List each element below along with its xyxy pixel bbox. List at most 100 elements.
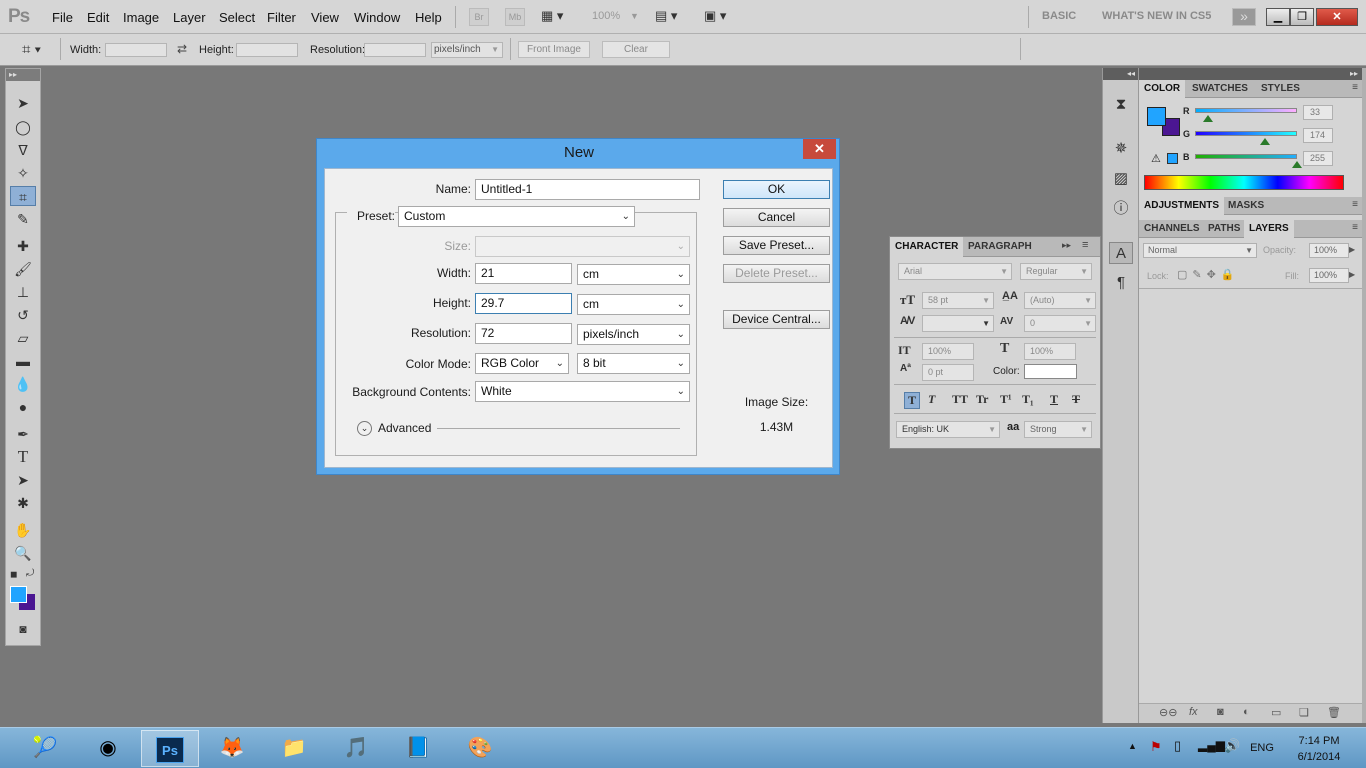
move-tool-icon[interactable]: ➤	[10, 93, 36, 113]
eyedropper-tool-icon[interactable]: ✎	[10, 209, 36, 229]
name-input[interactable]: Untitled-1	[475, 179, 700, 200]
layer-style-icon[interactable]: fx	[1189, 706, 1198, 718]
collapse-tools-icon[interactable]: ▸▸	[6, 69, 40, 81]
preset-select[interactable]: Custom ⌄	[398, 206, 635, 227]
underline-button[interactable]: T	[1050, 392, 1058, 407]
dodge-tool-icon[interactable]: ●	[10, 397, 36, 417]
faux-italic-button[interactable]: T	[928, 392, 935, 407]
green-slider[interactable]	[1195, 131, 1297, 136]
superscript-button[interactable]: T¹	[1000, 392, 1012, 407]
tracking-select[interactable]: 0 ▼	[1024, 315, 1096, 332]
crop-tool-preset-icon[interactable]: ⌗ ▾	[22, 41, 41, 58]
screen-mode-icon[interactable]: ▣ ▾	[704, 8, 726, 26]
menu-filter[interactable]: Filter	[267, 10, 296, 25]
resolution-input[interactable]: 72	[475, 323, 572, 344]
swap-icon[interactable]: ⇄	[177, 42, 187, 56]
color-spectrum-bar[interactable]	[1144, 175, 1344, 190]
tab-paths[interactable]: PATHS	[1203, 220, 1245, 238]
font-family-select[interactable]: Arial ▼	[898, 263, 1012, 280]
blue-slider[interactable]	[1195, 154, 1297, 159]
tab-styles[interactable]: STYLES	[1256, 80, 1305, 98]
link-layers-icon[interactable]: ⊖⊖	[1159, 706, 1177, 719]
type-tool-icon[interactable]: T	[10, 447, 36, 467]
cancel-button[interactable]: Cancel	[723, 208, 830, 227]
green-value[interactable]: 174	[1303, 128, 1333, 143]
tab-paragraph[interactable]: PARAGRAPH	[963, 237, 1037, 257]
new-layer-icon[interactable]: ❏	[1299, 706, 1309, 719]
paragraph-panel-icon[interactable]: ¶	[1109, 272, 1133, 294]
antialias-select[interactable]: Strong ▼	[1024, 421, 1092, 438]
menu-file[interactable]: File	[52, 10, 73, 25]
panel-foreground-swatch[interactable]	[1147, 107, 1166, 126]
baseline-shift-input[interactable]: 0 pt	[922, 364, 974, 381]
eraser-tool-icon[interactable]: ▱	[10, 328, 36, 348]
healing-brush-tool-icon[interactable]: ✚	[10, 236, 36, 256]
ok-button[interactable]: OK	[723, 180, 830, 199]
zoom-dropdown-icon[interactable]: ▼	[630, 11, 639, 29]
fill-arrow-icon[interactable]: ▶	[1349, 270, 1355, 279]
font-style-select[interactable]: Regular ▼	[1020, 263, 1092, 280]
height-input[interactable]: 29.7	[475, 293, 572, 314]
clock-time[interactable]: 7:14 PM	[1284, 735, 1354, 747]
opacity-arrow-icon[interactable]: ▶	[1349, 245, 1355, 254]
add-mask-icon[interactable]: ◙	[1217, 706, 1224, 718]
tab-masks[interactable]: MASKS	[1223, 197, 1269, 215]
view-extras-icon[interactable]: ▦ ▾	[541, 8, 563, 26]
path-selection-tool-icon[interactable]: ➤	[10, 470, 36, 490]
width-input[interactable]: 21	[475, 263, 572, 284]
green-slider-thumb[interactable]	[1259, 138, 1270, 145]
clock-date[interactable]: 6/1/2014	[1284, 751, 1354, 763]
music-player-icon[interactable]: 🎵	[327, 730, 385, 767]
panel-scrollbar[interactable]	[1362, 68, 1366, 723]
pen-tool-icon[interactable]: ✒	[10, 424, 36, 444]
tab-swatches[interactable]: SWATCHES	[1187, 80, 1253, 98]
small-caps-button[interactable]: Tr	[976, 392, 988, 407]
quick-selection-tool-icon[interactable]: ✧	[10, 163, 36, 183]
firefox-icon[interactable]: 🦊	[203, 730, 261, 767]
tab-character[interactable]: CHARACTER	[890, 237, 964, 257]
panel-menu-icon[interactable]: ≡	[1352, 222, 1358, 233]
minimize-icon[interactable]: ▁	[1266, 8, 1290, 26]
foreground-color-swatch[interactable]	[10, 586, 27, 603]
histogram-panel-icon[interactable]: ▨	[1109, 168, 1133, 190]
menu-image[interactable]: Image	[123, 10, 159, 25]
default-colors-icon[interactable]: ◼	[10, 569, 17, 580]
height-unit-select[interactable]: cm ⌄	[577, 294, 690, 315]
chrome-icon[interactable]: ◉	[79, 730, 137, 767]
panel-menu-icon[interactable]: ≡	[1352, 82, 1358, 93]
size-select[interactable]: ⌄	[475, 236, 690, 257]
hand-tool-icon[interactable]: ✋	[10, 520, 36, 540]
marquee-tool-icon[interactable]: ◯	[10, 117, 36, 137]
blue-slider-thumb[interactable]	[1292, 161, 1302, 168]
save-preset-button[interactable]: Save Preset...	[723, 236, 830, 255]
delete-layer-icon[interactable]: 🗑	[1327, 706, 1341, 719]
fill-input[interactable]: 100%	[1309, 268, 1349, 283]
more-workspaces-icon[interactable]: »	[1232, 8, 1256, 26]
menu-select[interactable]: Select	[219, 10, 255, 25]
workspace-basic[interactable]: BASIC	[1042, 10, 1076, 22]
faux-bold-button[interactable]: T	[904, 392, 921, 409]
quick-mask-icon[interactable]: ◙	[10, 619, 36, 639]
expand-panels-icon[interactable]: ◂◂	[1103, 68, 1138, 80]
tab-color[interactable]: COLOR	[1139, 80, 1186, 98]
workspace-whats-new[interactable]: WHAT'S NEW IN CS5	[1102, 10, 1211, 22]
advanced-expand-icon[interactable]: ⌄	[357, 421, 372, 436]
advanced-label[interactable]: Advanced	[378, 421, 431, 435]
blur-tool-icon[interactable]: 💧	[10, 374, 36, 394]
lasso-tool-icon[interactable]: ᐁ	[10, 140, 36, 160]
opacity-input[interactable]: 100%	[1309, 243, 1349, 258]
kerning-select[interactable]: ▼	[922, 315, 994, 332]
arrange-documents-icon[interactable]: ▤ ▾	[655, 8, 677, 26]
resolution-input[interactable]	[364, 43, 426, 57]
front-image-button[interactable]: Front Image	[518, 41, 590, 58]
menu-view[interactable]: View	[311, 10, 339, 25]
history-panel-icon[interactable]: ⧗	[1109, 94, 1133, 116]
custom-shape-tool-icon[interactable]: ✱	[10, 493, 36, 513]
menu-edit[interactable]: Edit	[87, 10, 109, 25]
vertical-scale-input[interactable]: 100%	[922, 343, 974, 360]
background-contents-select[interactable]: White ⌄	[475, 381, 690, 402]
paint-icon[interactable]: 🎨	[451, 730, 509, 767]
zoom-level[interactable]: 100%	[592, 10, 620, 28]
navigator-panel-icon[interactable]: ✵	[1109, 138, 1133, 160]
red-slider-thumb[interactable]	[1203, 115, 1214, 122]
